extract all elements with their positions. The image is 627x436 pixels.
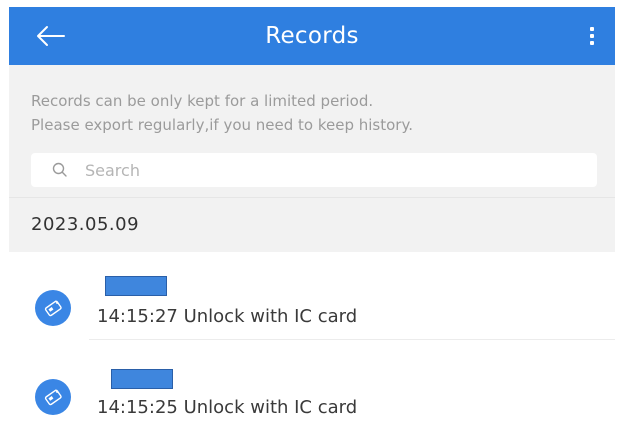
ic-card-icon — [35, 379, 71, 415]
record-user-name — [97, 276, 177, 296]
record-detail: 14:15:27 Unlock with IC card — [97, 305, 357, 329]
record-action: Unlock with IC card — [183, 397, 358, 418]
redacted-name-block — [111, 369, 173, 389]
search-input[interactable] — [85, 160, 565, 180]
search-bar[interactable] — [31, 153, 597, 187]
divider — [89, 339, 615, 340]
record-item[interactable]: 14:15:25 Unlock with IC card — [9, 341, 615, 429]
search-icon — [49, 159, 71, 181]
retention-notice: Records can be only kept for a limited p… — [31, 89, 601, 137]
record-detail: 14:15:25 Unlock with IC card — [97, 396, 357, 420]
record-item[interactable]: 14:15:27 Unlock with IC card — [9, 252, 615, 340]
record-action: Unlock with IC card — [183, 306, 358, 327]
info-section: Records can be only kept for a limited p… — [9, 65, 615, 197]
record-time: 14:15:27 — [97, 306, 178, 327]
app-header: Records — [9, 7, 615, 65]
notice-line-2: Please export regularly,if you need to k… — [31, 116, 413, 134]
date-group-header: 2023.05.09 — [9, 197, 615, 252]
page-title: Records — [265, 23, 359, 49]
records-screen: Records Records can be only kept for a l… — [9, 7, 615, 434]
more-options-button[interactable] — [577, 19, 607, 53]
date-label: 2023.05.09 — [31, 214, 140, 235]
redacted-name-block — [105, 276, 167, 296]
record-user-name — [97, 369, 177, 389]
ic-card-icon — [35, 290, 71, 326]
more-vertical-icon — [590, 27, 594, 31]
record-time: 14:15:25 — [97, 397, 178, 418]
notice-line-1: Records can be only kept for a limited p… — [31, 92, 374, 110]
